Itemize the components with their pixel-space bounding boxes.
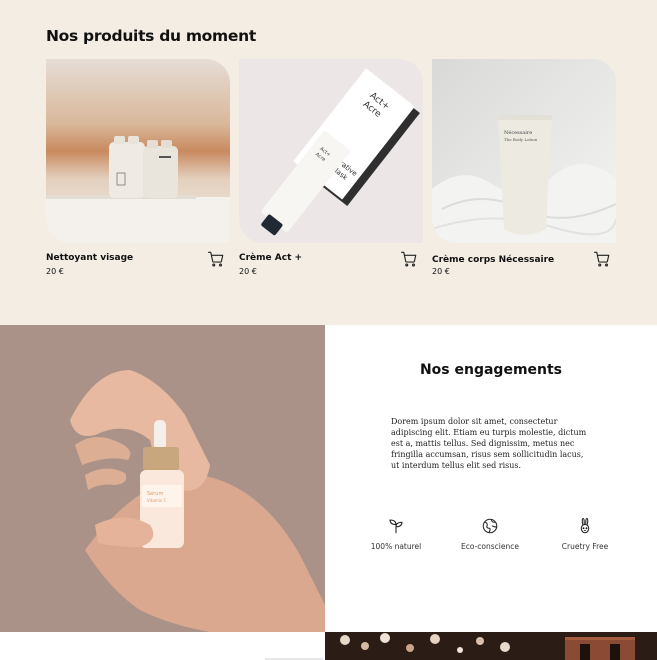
cart-icon[interactable] xyxy=(400,250,418,268)
product-price: 20 € xyxy=(46,267,64,276)
product-card[interactable]: Act+ Acre Restorative Hair Mask Act+ Acr… xyxy=(239,59,423,276)
svg-text:Nécessaire: Nécessaire xyxy=(504,129,532,136)
product-card[interactable]: Nécessaire The Body Lotion Crème corps N… xyxy=(432,59,616,276)
product-image-necessaire[interactable]: Nécessaire The Body Lotion xyxy=(432,59,616,243)
feature-label: Cruetry Free xyxy=(561,542,609,551)
feature-eco: Eco-conscience xyxy=(445,517,535,551)
next-section-left xyxy=(0,632,325,660)
products-section: Nos produits du moment Nettoyant visage … xyxy=(0,0,657,325)
svg-text:The Body Lotion: The Body Lotion xyxy=(504,137,538,142)
product-image-nettoyant[interactable] xyxy=(46,59,230,243)
engagements-title: Nos engagements xyxy=(419,362,563,378)
product-name[interactable]: Crème corps Nécessaire xyxy=(432,255,554,265)
feature-cruelty-free: Cruetry Free xyxy=(540,517,630,551)
product-price: 20 € xyxy=(432,267,450,276)
product-name[interactable]: Nettoyant visage xyxy=(46,253,133,263)
svg-text:Sérum: Sérum xyxy=(147,490,163,497)
product-name[interactable]: Crème Act + xyxy=(239,253,302,263)
svg-text:Vitamin C: Vitamin C xyxy=(147,498,167,503)
engagements-section: Nos engagements Dorem ipsum dolor sit am… xyxy=(325,325,657,632)
hand-serum-image: Sérum Vitamin C xyxy=(0,325,325,632)
engagements-text: Dorem ipsum dolor sit amet, consectetur … xyxy=(391,417,587,470)
feature-label: Eco-conscience xyxy=(461,542,519,551)
cart-icon[interactable] xyxy=(593,250,611,268)
cart-icon[interactable] xyxy=(207,250,225,268)
feature-natural: 100% naturel xyxy=(351,517,441,551)
next-section-image xyxy=(325,632,657,660)
product-card[interactable]: Nettoyant visage 20 € xyxy=(46,59,230,276)
product-price: 20 € xyxy=(239,267,257,276)
products-title: Nos produits du moment xyxy=(46,27,256,45)
feature-label: 100% naturel xyxy=(370,542,422,551)
sprout-icon xyxy=(389,519,403,534)
rabbit-icon xyxy=(580,517,590,534)
product-image-creme-act[interactable]: Act+ Acre Restorative Hair Mask Act+ Acr… xyxy=(239,59,423,243)
globe-icon xyxy=(482,518,498,534)
